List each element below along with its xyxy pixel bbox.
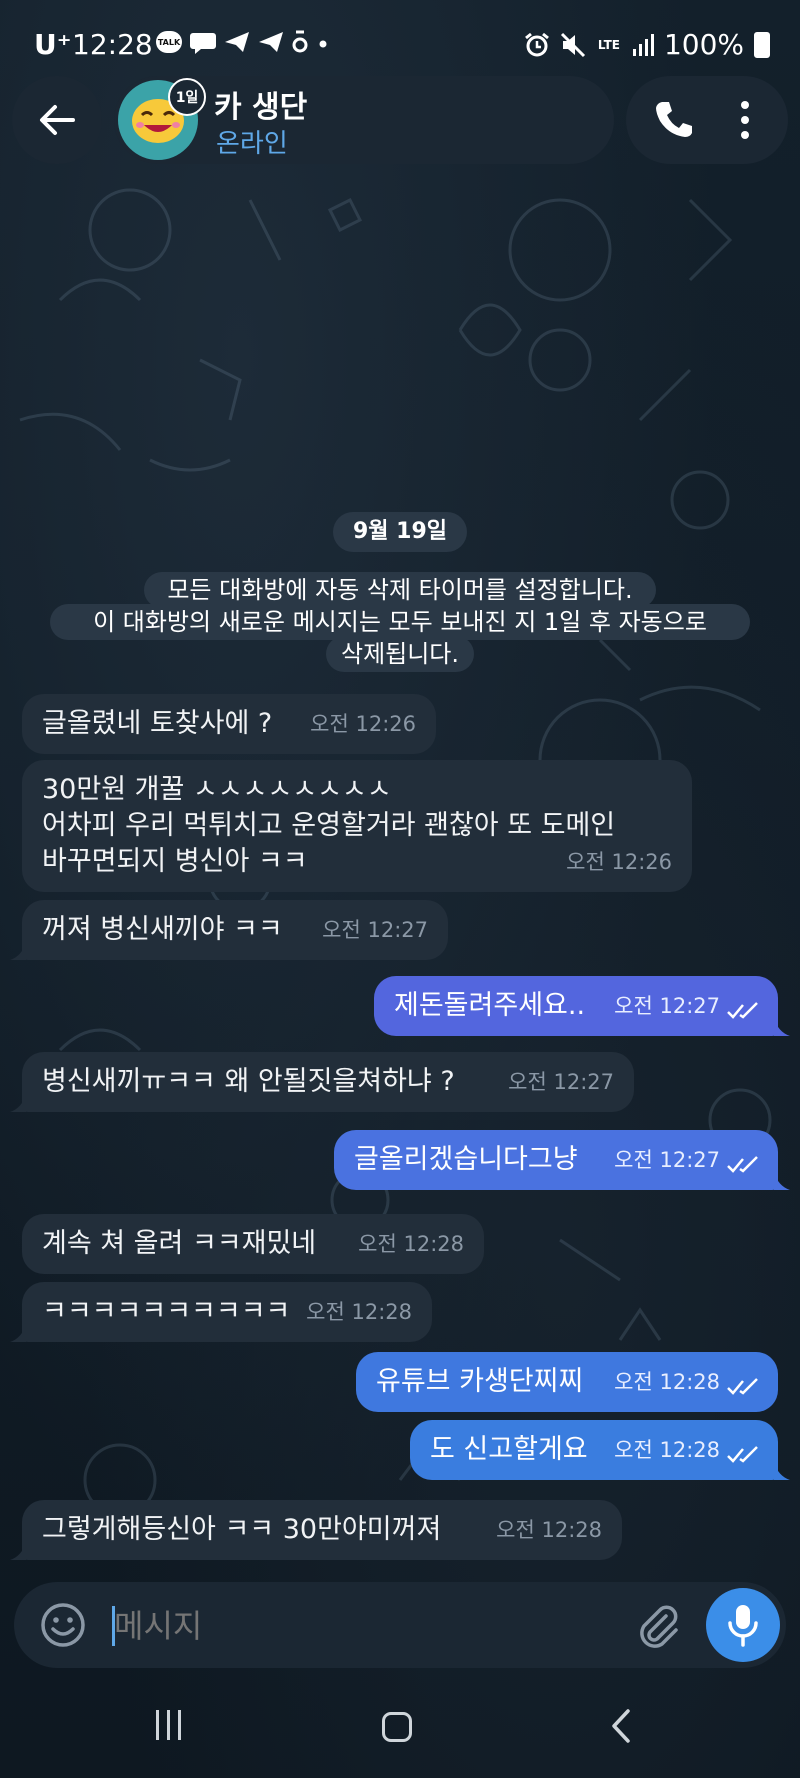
service-message-line: 삭제됩니다. xyxy=(326,636,474,672)
arrow-left-icon xyxy=(40,105,75,135)
message-time: 오전 12:28 xyxy=(358,1232,464,1256)
more-options-icon[interactable] xyxy=(730,94,760,146)
lte-icon: LTE xyxy=(597,37,620,52)
signal-icon xyxy=(632,33,654,56)
message-time: 오전 12:26 xyxy=(310,712,416,736)
message-time: 오전 12:27 xyxy=(614,994,720,1018)
home-icon[interactable] xyxy=(382,1712,412,1742)
incoming-message[interactable]: 글올렸네 토찾사에 ? 오전 12:26 xyxy=(22,694,436,754)
battery-percent: 100% xyxy=(663,28,744,61)
mute-icon xyxy=(560,32,585,57)
bubble-tail xyxy=(10,1542,26,1560)
alarm-icon xyxy=(525,32,549,56)
bubble-tail xyxy=(10,942,26,960)
bubble-tail xyxy=(774,1172,790,1190)
message-time: 오전 12:27 xyxy=(508,1070,614,1094)
service-message-line: 모든 대화방에 자동 삭제 타이머를 설정합니다. xyxy=(144,572,656,608)
paperclip-icon[interactable] xyxy=(632,1600,682,1650)
notification-icons: TALK xyxy=(156,30,330,54)
microphone-button[interactable] xyxy=(706,1588,780,1662)
bubble-tail xyxy=(774,1462,790,1480)
message-time: 오전 12:28 xyxy=(496,1518,602,1542)
recent-apps-icon[interactable] xyxy=(156,1710,190,1742)
incoming-message[interactable]: 30만원 개꿀 ㅅㅅㅅㅅㅅㅅㅅㅅ 어차피 우리 먹튀치고 운영할거라 괜찮아 또… xyxy=(22,760,692,892)
message-time: 오전 12:27 xyxy=(322,918,428,942)
incoming-message[interactable]: 꺼져 병신새끼야 ㅋㅋ 오전 12:27 xyxy=(22,900,448,960)
auto-delete-timer-badge: 1일 xyxy=(168,78,206,116)
outgoing-message[interactable]: 도 신고할게요 오전 12:28 xyxy=(410,1420,778,1480)
status-bar: U⁺ 12:28 TALK LTE 100% xyxy=(0,22,800,66)
double-check-icon xyxy=(727,1156,758,1173)
chat-bubble-icon xyxy=(190,33,216,54)
status-time: 12:28 xyxy=(72,28,153,61)
emoji-icon[interactable] xyxy=(38,1600,88,1650)
phone-call-icon[interactable] xyxy=(648,94,700,146)
incoming-message[interactable]: 병신새끼ㅠㅋㅋ 왜 안될짓을쳐하냐 ? 오전 12:27 xyxy=(22,1052,634,1112)
telegram-icon xyxy=(259,32,283,52)
online-status: 온라인 xyxy=(216,129,288,159)
bubble-tail xyxy=(10,1324,26,1342)
message-time: 오전 12:28 xyxy=(306,1300,412,1324)
outgoing-message[interactable]: 유튜브 카생단찌찌 오전 12:28 xyxy=(356,1352,778,1412)
nav-back-icon[interactable] xyxy=(606,1708,636,1744)
message-time: 오전 12:28 xyxy=(614,1370,720,1394)
double-check-icon xyxy=(727,1378,758,1395)
incoming-message[interactable]: 그렇게해등신아 ㅋㅋ 30만야미꺼져 오전 12:28 xyxy=(22,1500,622,1560)
back-button[interactable] xyxy=(12,76,102,164)
microphone-icon xyxy=(728,1605,758,1647)
date-separator: 9월 19일 xyxy=(333,512,467,552)
bubble-tail xyxy=(774,1018,790,1036)
talk-bubble-icon: TALK xyxy=(156,31,182,53)
double-check-icon xyxy=(727,1002,758,1019)
service-message-line: 이 대화방의 새로운 메시지는 모두 보내진 지 1일 후 자동으로 xyxy=(50,604,750,640)
incoming-message[interactable]: 계속 쳐 올려 ㅋㅋ재밌네 오전 12:28 xyxy=(22,1214,484,1274)
message-time: 오전 12:28 xyxy=(614,1438,720,1462)
incoming-message[interactable]: ㅋㅋㅋㅋㅋㅋㅋㅋㅋㅋ 오전 12:28 xyxy=(22,1282,432,1342)
chat-title: 카 생단 xyxy=(214,90,308,125)
outgoing-message[interactable]: 제돈돌려주세요.. 오전 12:27 xyxy=(374,976,778,1036)
notification-icon xyxy=(292,30,308,53)
dot-icon xyxy=(319,40,327,48)
outgoing-message[interactable]: 글올리겠습니다그냥 오전 12:27 xyxy=(334,1130,778,1190)
telegram-icon xyxy=(225,32,249,52)
double-check-icon xyxy=(727,1446,758,1463)
message-time: 오전 12:26 xyxy=(566,850,672,874)
message-time: 오전 12:27 xyxy=(614,1148,720,1172)
bubble-tail xyxy=(10,1094,26,1112)
system-icons: LTE 100% xyxy=(524,28,770,61)
carrier-label: U⁺ xyxy=(34,28,72,61)
message-input[interactable] xyxy=(114,1604,514,1648)
battery-icon xyxy=(754,31,770,58)
